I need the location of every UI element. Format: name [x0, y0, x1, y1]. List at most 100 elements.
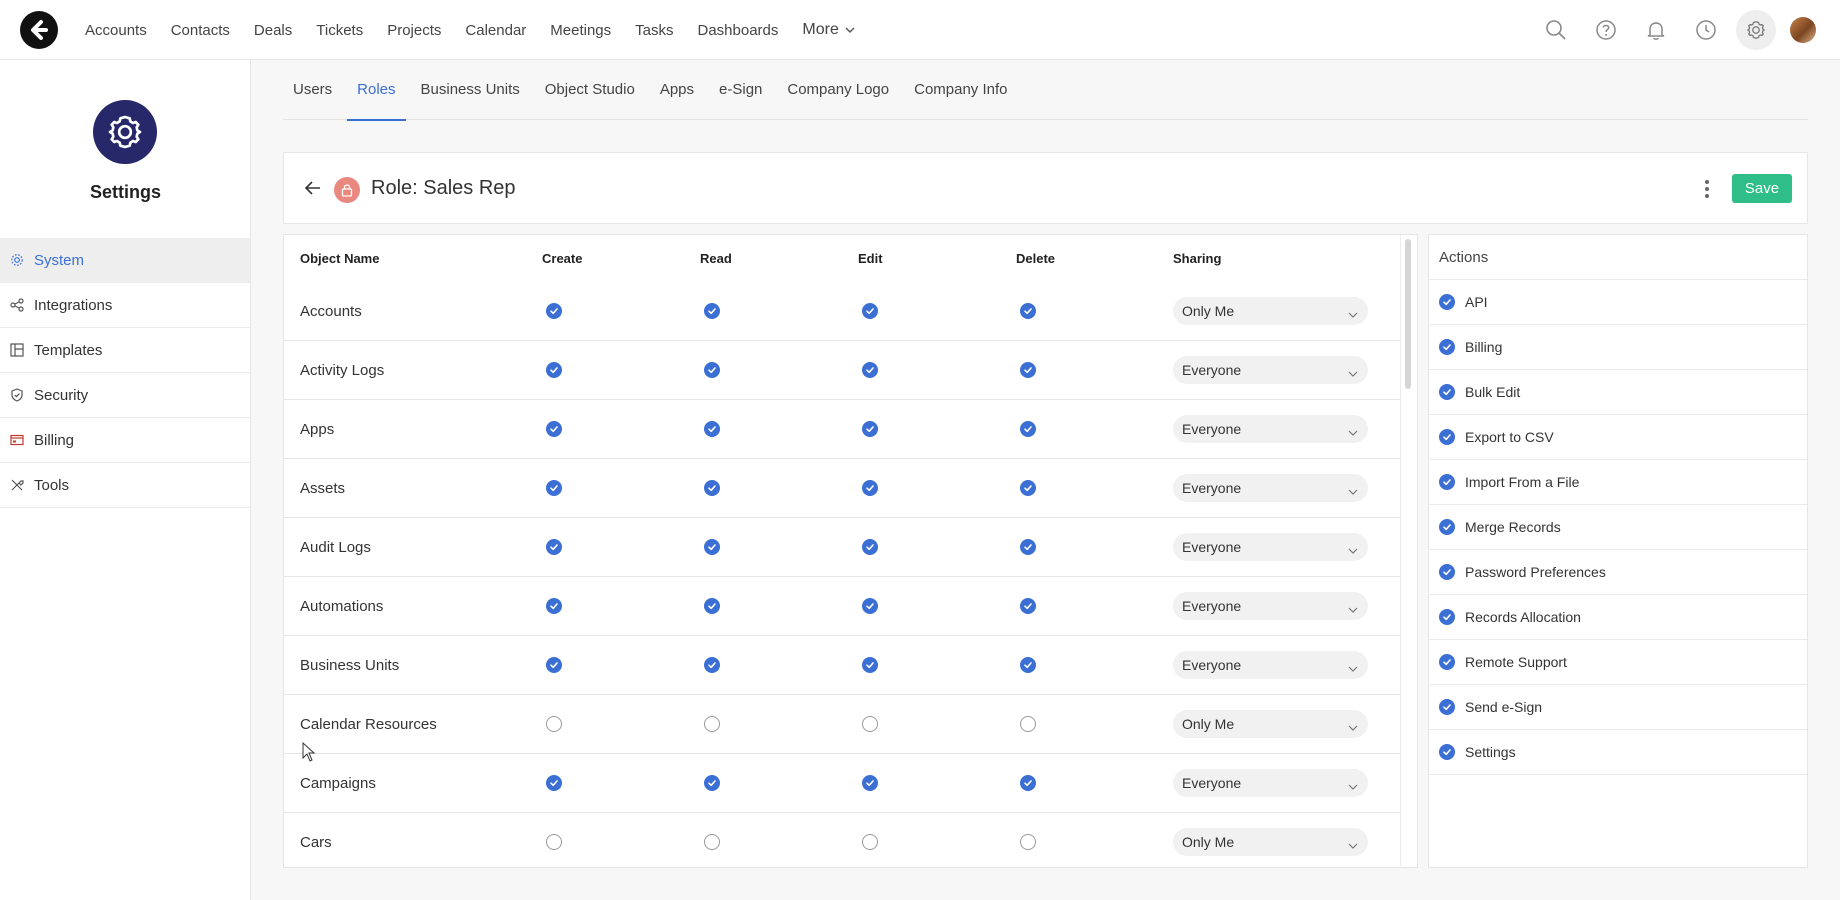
- nav-item-deals[interactable]: Deals: [254, 22, 292, 39]
- edit-checked-icon[interactable]: [862, 598, 878, 614]
- edit-checked-icon[interactable]: [862, 303, 878, 319]
- read-cell: [702, 480, 722, 496]
- create-checked-icon[interactable]: [546, 775, 562, 791]
- tab-object-studio[interactable]: Object Studio: [535, 60, 645, 120]
- avatar[interactable]: [1790, 17, 1816, 43]
- delete-checked-icon[interactable]: [1020, 303, 1036, 319]
- tab-users[interactable]: Users: [283, 60, 342, 120]
- read-checked-icon[interactable]: [704, 598, 720, 614]
- sharing-select[interactable]: Everyone: [1173, 592, 1368, 620]
- delete-checked-icon[interactable]: [1020, 421, 1036, 437]
- edit-checked-icon[interactable]: [862, 657, 878, 673]
- edit-unchecked-icon[interactable]: [862, 716, 878, 732]
- delete-unchecked-icon[interactable]: [1020, 716, 1036, 732]
- action-checked-icon[interactable]: [1439, 429, 1455, 445]
- nav-item-dashboards[interactable]: Dashboards: [698, 22, 779, 39]
- create-checked-icon[interactable]: [546, 539, 562, 555]
- delete-checked-icon[interactable]: [1020, 598, 1036, 614]
- help-icon[interactable]: [1586, 10, 1626, 50]
- clock-icon[interactable]: [1686, 10, 1726, 50]
- read-checked-icon[interactable]: [704, 303, 720, 319]
- sidebar-item-billing[interactable]: Billing: [0, 418, 250, 463]
- sidebar-item-system[interactable]: System: [0, 238, 250, 283]
- sharing-select[interactable]: Everyone: [1173, 651, 1368, 679]
- read-checked-icon[interactable]: [704, 480, 720, 496]
- role-lock-icon: [334, 177, 360, 203]
- delete-unchecked-icon[interactable]: [1020, 834, 1036, 850]
- create-unchecked-icon[interactable]: [546, 716, 562, 732]
- search-icon[interactable]: [1536, 10, 1576, 50]
- action-checked-icon[interactable]: [1439, 564, 1455, 580]
- action-checked-icon[interactable]: [1439, 294, 1455, 310]
- create-cell: [544, 303, 564, 319]
- nav-item-meetings[interactable]: Meetings: [550, 22, 611, 39]
- edit-checked-icon[interactable]: [862, 480, 878, 496]
- create-checked-icon[interactable]: [546, 657, 562, 673]
- tab-business-units[interactable]: Business Units: [411, 60, 530, 120]
- delete-checked-icon[interactable]: [1020, 480, 1036, 496]
- sharing-select[interactable]: Only Me: [1173, 828, 1368, 856]
- create-checked-icon[interactable]: [546, 362, 562, 378]
- action-checked-icon[interactable]: [1439, 654, 1455, 670]
- sidebar-item-integrations[interactable]: Integrations: [0, 283, 250, 328]
- nav-item-tasks[interactable]: Tasks: [635, 22, 673, 39]
- action-checked-icon[interactable]: [1439, 519, 1455, 535]
- create-checked-icon[interactable]: [546, 303, 562, 319]
- back-arrow-icon[interactable]: [302, 177, 324, 199]
- action-checked-icon[interactable]: [1439, 699, 1455, 715]
- edit-checked-icon[interactable]: [862, 362, 878, 378]
- read-unchecked-icon[interactable]: [704, 834, 720, 850]
- create-checked-icon[interactable]: [546, 480, 562, 496]
- edit-unchecked-icon[interactable]: [862, 834, 878, 850]
- read-checked-icon[interactable]: [704, 539, 720, 555]
- sidebar-item-tools[interactable]: Tools: [0, 463, 250, 508]
- more-options-icon[interactable]: [1697, 175, 1717, 203]
- create-unchecked-icon[interactable]: [546, 834, 562, 850]
- action-checked-icon[interactable]: [1439, 384, 1455, 400]
- sharing-select[interactable]: Only Me: [1173, 297, 1368, 325]
- nav-item-accounts[interactable]: Accounts: [85, 22, 147, 39]
- save-button[interactable]: Save: [1732, 174, 1792, 203]
- tab-company-info[interactable]: Company Info: [904, 60, 1017, 120]
- gear-icon[interactable]: [1736, 10, 1776, 50]
- read-unchecked-icon[interactable]: [704, 716, 720, 732]
- sharing-select[interactable]: Everyone: [1173, 474, 1368, 502]
- delete-checked-icon[interactable]: [1020, 657, 1036, 673]
- scrollbar-thumb[interactable]: [1405, 239, 1411, 389]
- sharing-select[interactable]: Everyone: [1173, 356, 1368, 384]
- create-checked-icon[interactable]: [546, 421, 562, 437]
- edit-checked-icon[interactable]: [862, 421, 878, 437]
- action-checked-icon[interactable]: [1439, 474, 1455, 490]
- action-checked-icon[interactable]: [1439, 609, 1455, 625]
- app-logo[interactable]: [20, 11, 58, 49]
- sidebar-item-security[interactable]: Security: [0, 373, 250, 418]
- column-header-create: Create: [542, 251, 583, 266]
- tab-roles[interactable]: Roles: [347, 60, 406, 121]
- sharing-select[interactable]: Everyone: [1173, 533, 1368, 561]
- delete-checked-icon[interactable]: [1020, 362, 1036, 378]
- bell-icon[interactable]: [1636, 10, 1676, 50]
- sharing-select[interactable]: Everyone: [1173, 769, 1368, 797]
- delete-checked-icon[interactable]: [1020, 539, 1036, 555]
- nav-item-contacts[interactable]: Contacts: [171, 22, 230, 39]
- nav-item-projects[interactable]: Projects: [387, 22, 441, 39]
- nav-item-calendar[interactable]: Calendar: [465, 22, 526, 39]
- read-checked-icon[interactable]: [704, 421, 720, 437]
- sidebar-item-templates[interactable]: Templates: [0, 328, 250, 373]
- tab-company-logo[interactable]: Company Logo: [777, 60, 899, 120]
- read-checked-icon[interactable]: [704, 362, 720, 378]
- action-checked-icon[interactable]: [1439, 339, 1455, 355]
- tab-apps[interactable]: Apps: [650, 60, 704, 120]
- edit-checked-icon[interactable]: [862, 539, 878, 555]
- read-checked-icon[interactable]: [704, 775, 720, 791]
- nav-more-menu[interactable]: More: [802, 21, 855, 39]
- sharing-select[interactable]: Everyone: [1173, 415, 1368, 443]
- action-checked-icon[interactable]: [1439, 744, 1455, 760]
- delete-checked-icon[interactable]: [1020, 775, 1036, 791]
- edit-checked-icon[interactable]: [862, 775, 878, 791]
- sharing-select[interactable]: Only Me: [1173, 710, 1368, 738]
- tab-e-sign[interactable]: e-Sign: [709, 60, 772, 120]
- create-checked-icon[interactable]: [546, 598, 562, 614]
- read-checked-icon[interactable]: [704, 657, 720, 673]
- nav-item-tickets[interactable]: Tickets: [316, 22, 363, 39]
